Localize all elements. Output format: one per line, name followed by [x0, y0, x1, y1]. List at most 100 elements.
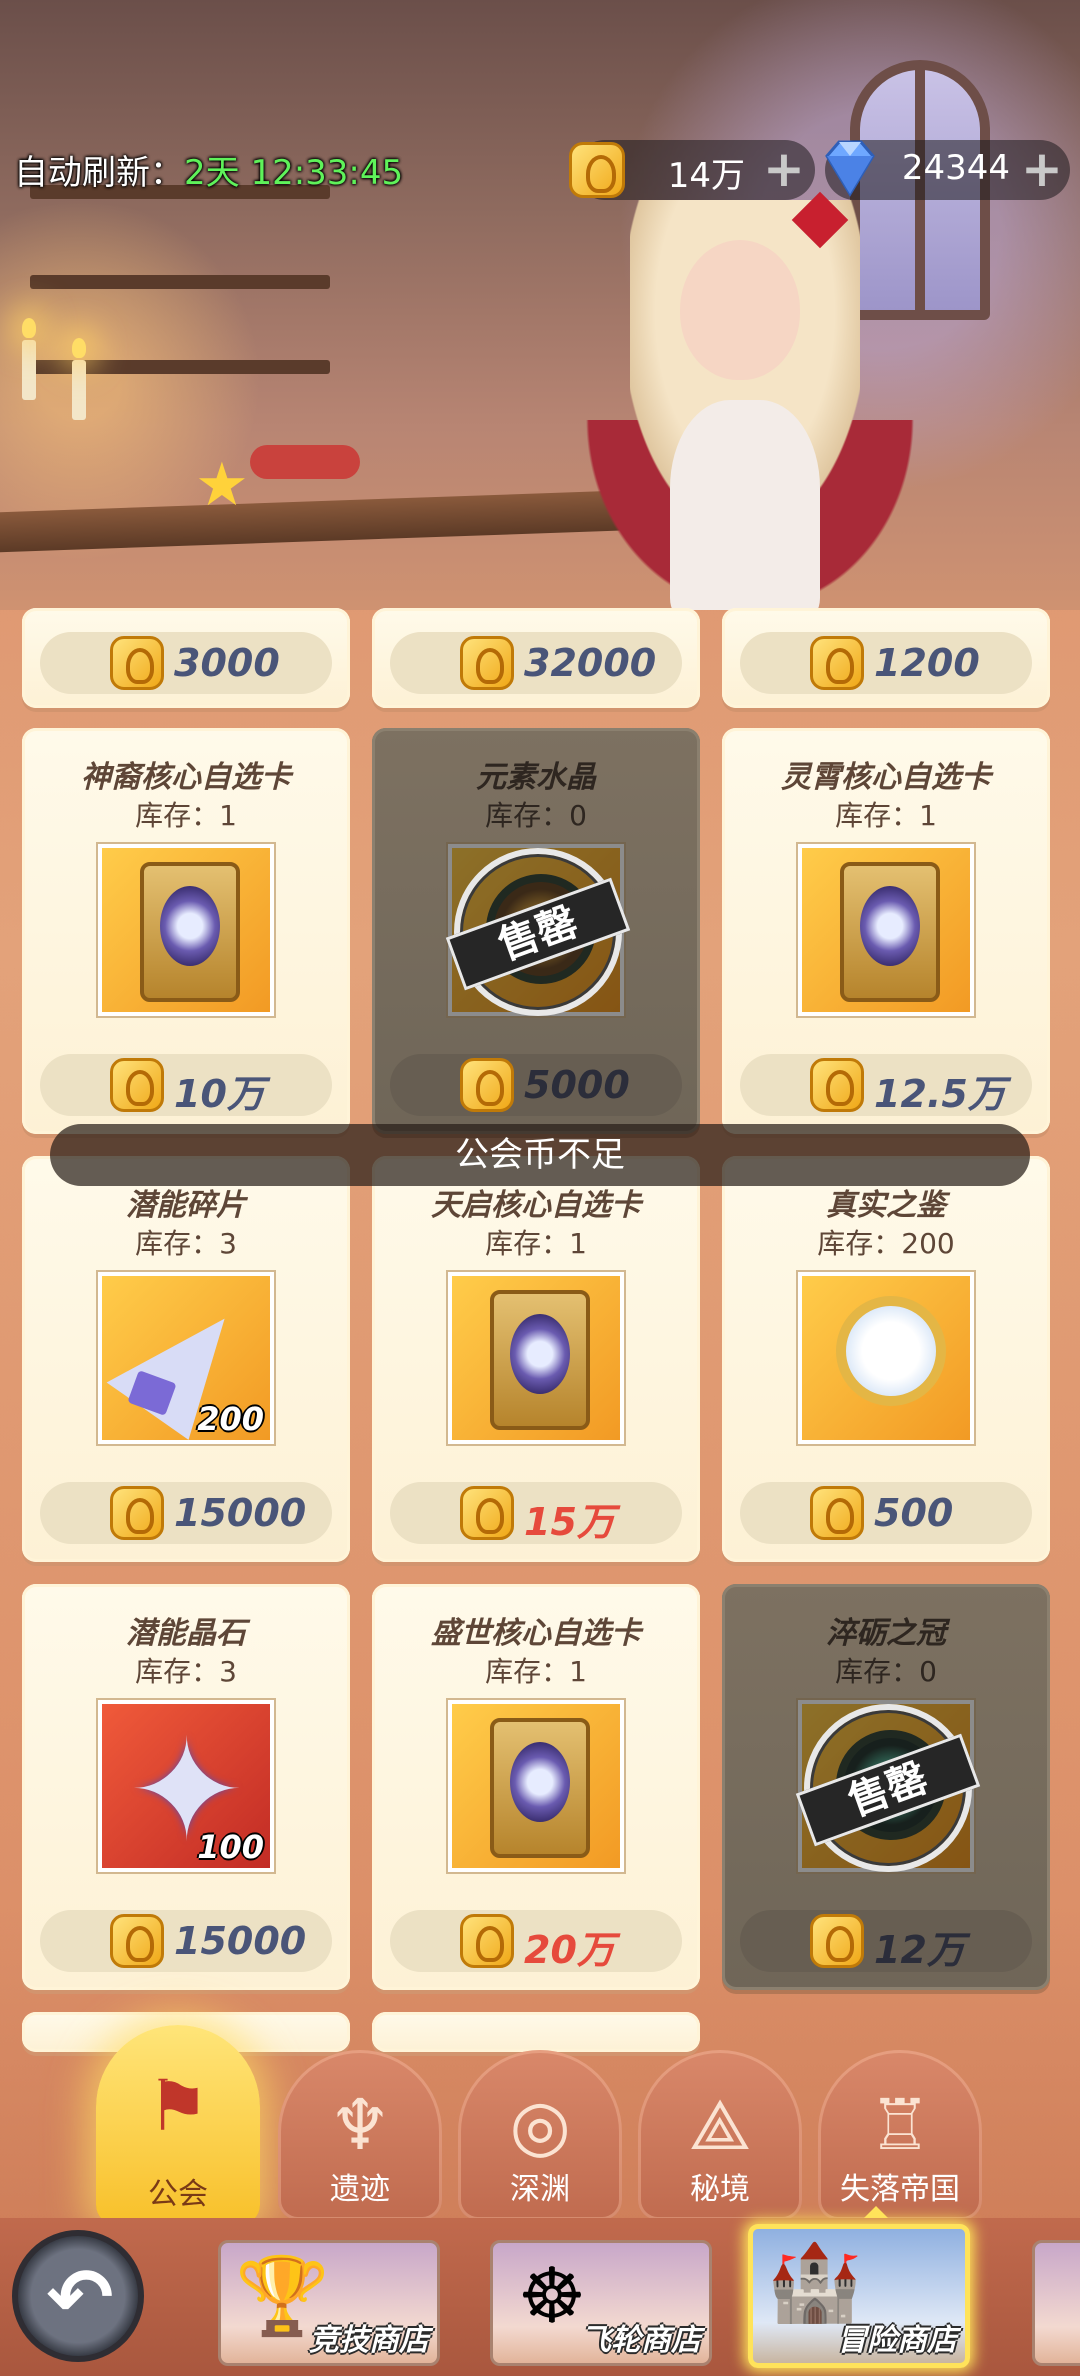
- add-gold-button[interactable]: +: [760, 142, 808, 198]
- price-tag: 5000: [390, 1054, 682, 1116]
- lost-empire-icon: ♖: [868, 2084, 932, 2166]
- relic-icon: ♆: [328, 2084, 392, 2166]
- shop-item-card[interactable]: 32000: [372, 608, 700, 708]
- sold-out-stamp: 售罄: [445, 848, 631, 1016]
- selection-card-icon: [448, 1272, 624, 1444]
- guild-coin-icon: [110, 636, 164, 690]
- tab-guild[interactable]: ⚑ 公会: [96, 2025, 260, 2225]
- item-price: 15000: [174, 1491, 307, 1535]
- item-price: 32000: [524, 641, 657, 685]
- refresh-label: 自动刷新：: [14, 153, 184, 193]
- shop-item-card[interactable]: 潜能碎片 库存：3 200 15000: [22, 1156, 350, 1562]
- star-icon: ★: [195, 450, 249, 520]
- candle: [22, 340, 36, 400]
- tab-label: 深渊: [510, 2172, 570, 2207]
- candle: [72, 360, 86, 420]
- shop-item-card[interactable]: 天启核心自选卡 库存：1 15万: [372, 1156, 700, 1562]
- item-price: 20万: [524, 1928, 615, 1972]
- guild-coin-icon: [460, 1486, 514, 1540]
- toast-message: 公会币不足: [50, 1124, 1030, 1186]
- shop-item-card-sold-out[interactable]: 元素水晶 库存：0 售罄 5000: [372, 728, 700, 1134]
- item-stock: 库存：3: [135, 1227, 237, 1260]
- item-price: 15万: [524, 1500, 615, 1544]
- shop-tab-bar: ↶ 🏆 竞技商店 ☸ 飞轮商店 🏰 冒险商店: [0, 2218, 1080, 2376]
- item-name: 潜能晶石: [126, 1616, 246, 1651]
- guild-coin-icon: [810, 1486, 864, 1540]
- tab-adventure-shop[interactable]: 🏰 冒险商店: [748, 2224, 970, 2368]
- shop-item-card[interactable]: [372, 2012, 700, 2052]
- tab-next-shop[interactable]: [1032, 2240, 1080, 2366]
- price-tag: 15000: [40, 1910, 332, 1972]
- shop-item-card[interactable]: 1200: [722, 608, 1050, 708]
- item-name: 潜能碎片: [126, 1188, 246, 1223]
- price-tag: 3000: [40, 632, 332, 694]
- tab-label: 遗迹: [330, 2172, 390, 2207]
- item-stock: 库存：0: [485, 799, 587, 832]
- back-button[interactable]: ↶: [12, 2230, 144, 2362]
- tab-label: 失落帝国: [840, 2172, 960, 2207]
- selection-card-icon: [798, 844, 974, 1016]
- item-stock: 库存：1: [485, 1227, 587, 1260]
- tab-abyss[interactable]: ◎ 深渊: [458, 2050, 622, 2220]
- mirror-icon: [798, 1272, 974, 1444]
- shop-banner: ★: [0, 0, 1080, 610]
- item-name: 神裔核心自选卡: [81, 760, 291, 795]
- item-quantity: 200: [197, 1400, 264, 1438]
- sold-out-stamp: 售罄: [795, 1704, 981, 1872]
- guild-coin-icon: [460, 636, 514, 690]
- shop-item-card-sold-out[interactable]: 淬砺之冠 库存：0 售罄 12万: [722, 1584, 1050, 1990]
- tab-label: 公会: [148, 2177, 208, 2212]
- shop-item-card[interactable]: 盛世核心自选卡 库存：1 20万: [372, 1584, 700, 1990]
- gold-currency: 14万 +: [569, 140, 815, 200]
- guild-coin-icon: [810, 1058, 864, 1112]
- shop-item-card[interactable]: 灵霄核心自选卡 库存：1 12.5万: [722, 728, 1050, 1134]
- price-tag: 15万: [390, 1482, 682, 1544]
- add-diamond-button[interactable]: +: [1018, 142, 1066, 198]
- tab-arena-shop[interactable]: 🏆 竞技商店: [218, 2240, 440, 2366]
- gold-amount: 14万: [667, 156, 745, 196]
- diamond-icon: [825, 140, 875, 197]
- item-price: 12万: [874, 1928, 965, 1972]
- shop-item-card[interactable]: 潜能晶石 库存：3 ✦ 100 15000: [22, 1584, 350, 1990]
- shelf: [30, 275, 330, 289]
- tab-lost-empire[interactable]: ♖ 失落帝国: [818, 2050, 982, 2220]
- shop-tab-label: 竞技商店: [309, 2323, 429, 2358]
- tab-label: 秘境: [690, 2172, 750, 2207]
- shop-tab-label: 冒险商店: [837, 2323, 957, 2358]
- shop-item-card[interactable]: 真实之鉴 库存：200 500: [722, 1156, 1050, 1562]
- item-stock: 库存：200: [817, 1227, 955, 1260]
- item-stock: 库存：3: [135, 1655, 237, 1688]
- guild-coin-icon: [460, 1914, 514, 1968]
- diamond-currency: 24344 +: [825, 140, 1070, 200]
- tab-secret-realm[interactable]: ⟁ 秘境: [638, 2050, 802, 2220]
- tab-flywheel-shop[interactable]: ☸ 飞轮商店: [490, 2240, 712, 2366]
- potential-shard-icon: 200: [98, 1272, 274, 1444]
- diamond-amount: 24344: [901, 148, 1010, 188]
- item-price: 500: [874, 1491, 954, 1535]
- item-quantity: 100: [197, 1828, 264, 1866]
- item-price: 1200: [874, 641, 980, 685]
- scroll-decoration: [250, 445, 360, 479]
- item-stock: 库存：1: [835, 799, 937, 832]
- candle-flame: [22, 318, 36, 338]
- back-arrow-icon: ↶: [46, 2251, 114, 2344]
- guild-coin-icon: [110, 1486, 164, 1540]
- refresh-countdown: 2天 12:33:45: [184, 153, 404, 193]
- castle-icon: 🏰: [767, 2237, 862, 2326]
- item-name: 盛世核心自选卡: [431, 1616, 641, 1651]
- item-name: 元素水晶: [476, 760, 596, 795]
- price-tag: 500: [740, 1482, 1032, 1544]
- item-name: 天启核心自选卡: [431, 1188, 641, 1223]
- item-price: 12.5万: [874, 1072, 1006, 1116]
- auto-refresh-timer: 自动刷新：2天 12:33:45: [14, 145, 403, 194]
- item-stock: 库存：1: [135, 799, 237, 832]
- tab-relic[interactable]: ♆ 遗迹: [278, 2050, 442, 2220]
- item-price: 15000: [174, 1919, 307, 1963]
- shop-item-card[interactable]: 3000: [22, 608, 350, 708]
- item-name: 淬砺之冠: [826, 1616, 946, 1651]
- price-tag: 12万: [740, 1910, 1032, 1972]
- shop-item-card[interactable]: 神裔核心自选卡 库存：1 10万: [22, 728, 350, 1134]
- guild-coin-icon: [810, 1914, 864, 1968]
- selection-card-icon: [448, 1700, 624, 1872]
- price-tag: 12.5万: [740, 1054, 1032, 1116]
